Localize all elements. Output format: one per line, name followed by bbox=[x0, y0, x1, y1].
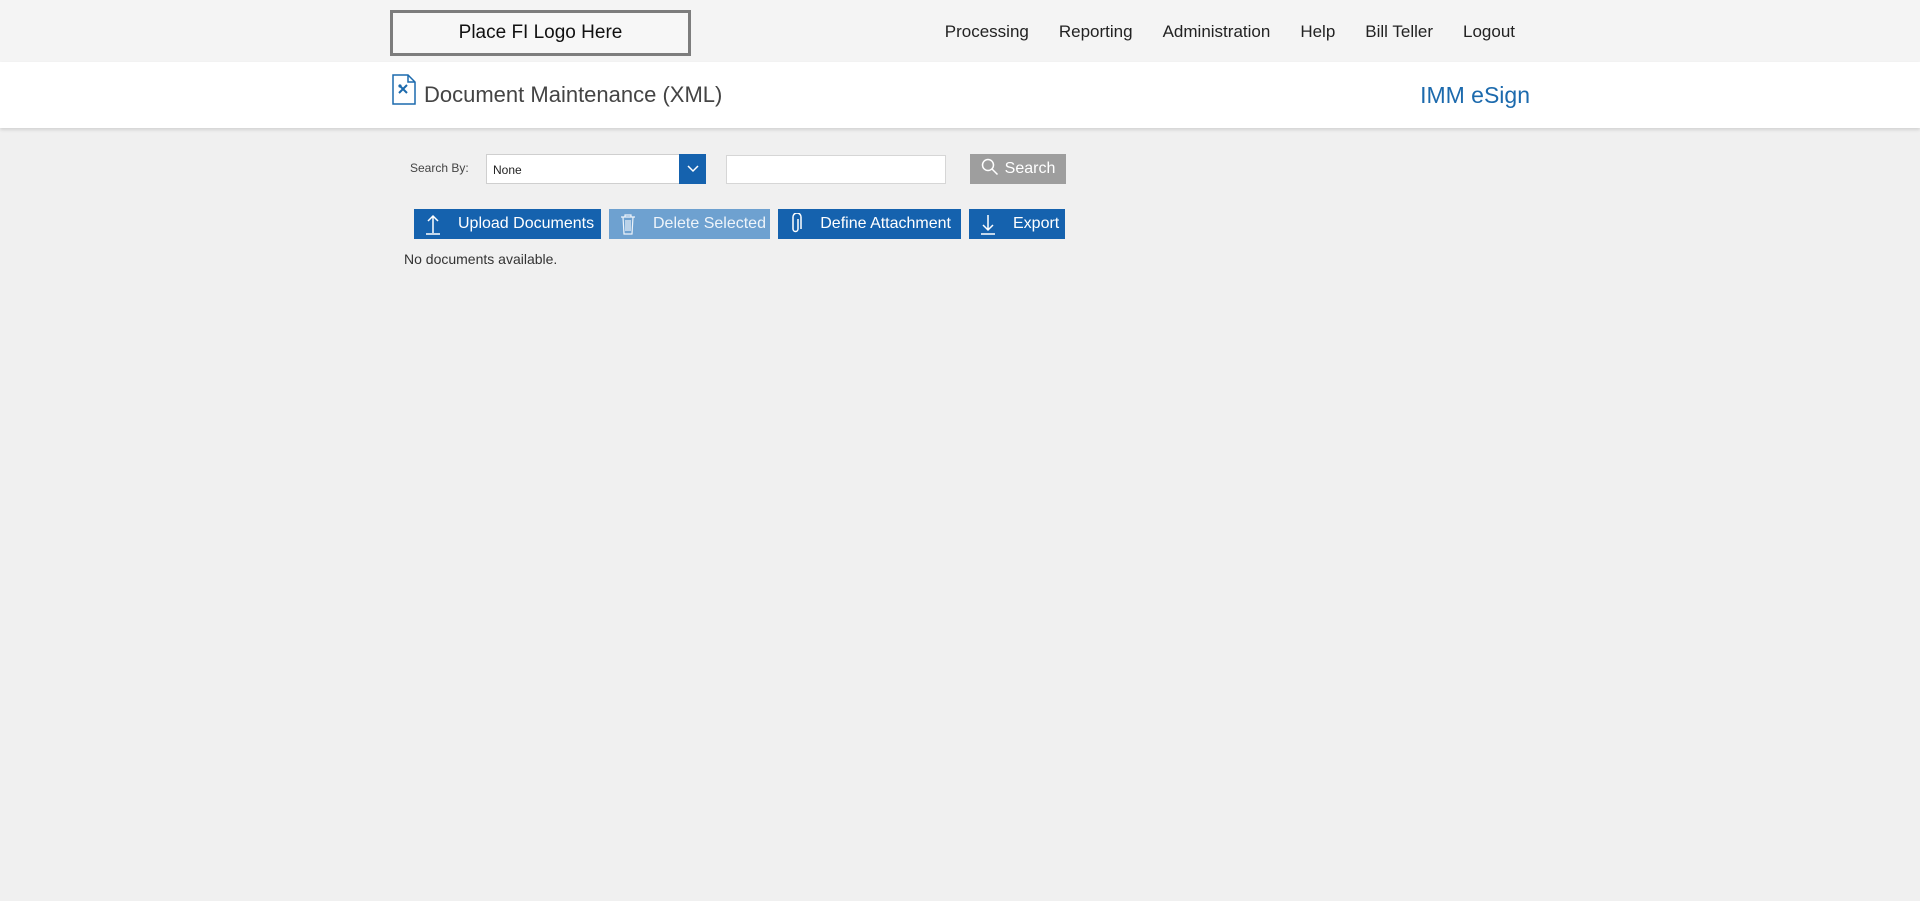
trash-icon bbox=[619, 213, 637, 235]
export-button[interactable]: Export bbox=[969, 209, 1065, 239]
nav-help[interactable]: Help bbox=[1300, 22, 1335, 42]
search-button[interactable]: Search bbox=[970, 154, 1066, 184]
upload-documents-button[interactable]: Upload Documents bbox=[414, 209, 601, 239]
top-bar: Place FI Logo Here Processing Reporting … bbox=[0, 0, 1920, 62]
main-nav: Processing Reporting Administration Help… bbox=[915, 22, 1515, 42]
search-icon bbox=[981, 158, 999, 181]
nav-reporting[interactable]: Reporting bbox=[1059, 22, 1133, 42]
chevron-down-icon[interactable] bbox=[679, 154, 706, 184]
nav-processing[interactable]: Processing bbox=[945, 22, 1029, 42]
document-icon bbox=[391, 74, 417, 105]
search-input[interactable] bbox=[726, 155, 946, 184]
upload-icon bbox=[424, 213, 442, 235]
nav-user[interactable]: Bill Teller bbox=[1365, 22, 1433, 42]
search-by-select[interactable]: None bbox=[486, 154, 706, 184]
nav-administration[interactable]: Administration bbox=[1163, 22, 1271, 42]
search-button-label: Search bbox=[1004, 160, 1056, 177]
export-label: Export bbox=[1013, 215, 1060, 232]
search-by-label: Search By: bbox=[410, 161, 469, 175]
define-attachment-label: Define Attachment bbox=[820, 215, 951, 232]
page-title: Document Maintenance (XML) bbox=[424, 82, 723, 107]
paperclip-icon bbox=[788, 213, 804, 235]
delete-selected-button[interactable]: Delete Selected bbox=[609, 209, 770, 239]
download-icon bbox=[979, 213, 997, 235]
nav-logout[interactable]: Logout bbox=[1463, 22, 1515, 42]
empty-state-message: No documents available. bbox=[404, 251, 558, 267]
search-by-selected-value: None bbox=[493, 163, 522, 177]
upload-documents-label: Upload Documents bbox=[458, 215, 595, 232]
fi-logo-placeholder[interactable]: Place FI Logo Here bbox=[390, 10, 691, 56]
app-name: IMM eSign bbox=[1420, 82, 1530, 108]
define-attachment-button[interactable]: Define Attachment bbox=[778, 209, 961, 239]
delete-selected-label: Delete Selected bbox=[653, 215, 766, 232]
title-bar: Document Maintenance (XML) IMM eSign bbox=[0, 62, 1920, 128]
